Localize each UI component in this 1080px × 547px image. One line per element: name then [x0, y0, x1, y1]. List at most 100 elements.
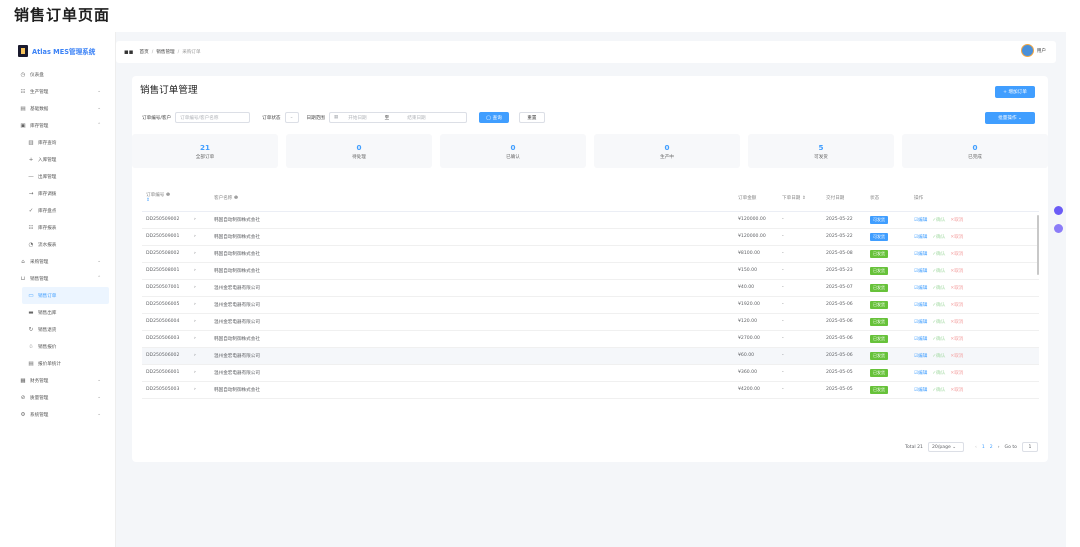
- expand-row-toggle[interactable]: ›: [190, 262, 210, 280]
- sidebar-item[interactable]: ↻ 销售退货: [14, 321, 115, 338]
- sidebar-item[interactable]: ⊘ 质量管理 ⌄: [14, 389, 115, 406]
- edit-button[interactable]: ☑编辑: [914, 388, 927, 393]
- column-header[interactable]: 状态: [866, 185, 910, 212]
- table-row[interactable]: DD250506005 › 温州金宏电器有限公司 ¥1920.00-2025-05-0…: [142, 296, 1039, 314]
- goto-page-input[interactable]: 1: [1022, 442, 1038, 452]
- expand-row-toggle[interactable]: ›: [190, 330, 210, 348]
- table-scrollbar[interactable]: [1037, 215, 1039, 275]
- cancel-order-button[interactable]: ✕取消: [950, 388, 963, 393]
- confirm-button[interactable]: ✓确认: [932, 218, 945, 223]
- confirm-button[interactable]: ✓确认: [932, 320, 945, 325]
- breadcrumb-home[interactable]: 首页: [140, 49, 149, 55]
- stat-card[interactable]: 21 全部订单: [132, 134, 278, 168]
- table-row[interactable]: DD250506002 › 温州金宏电器有限公司 ¥60.00-2025-05-06 已…: [142, 347, 1039, 365]
- confirm-button[interactable]: ✓确认: [932, 286, 945, 291]
- sidebar-item[interactable]: ▤ 基础数据 ⌄: [14, 100, 115, 117]
- breadcrumb-sales[interactable]: 销售管理: [156, 49, 174, 55]
- user-menu[interactable]: 用户: [1020, 44, 1046, 57]
- sort-icon[interactable]: ⇕: [146, 198, 150, 203]
- cancel-order-button[interactable]: ✕取消: [950, 235, 963, 240]
- confirm-button[interactable]: ✓确认: [932, 388, 945, 393]
- batch-actions-button[interactable]: 批量操作 ⌄: [985, 112, 1035, 124]
- cancel-order-button[interactable]: ✕取消: [950, 337, 963, 342]
- order-search-input[interactable]: 订单编号/客户名称: [175, 112, 251, 123]
- confirm-button[interactable]: ✓确认: [932, 252, 945, 257]
- page-1[interactable]: 1: [982, 445, 985, 450]
- cancel-order-button[interactable]: ✕取消: [950, 354, 963, 359]
- confirm-button[interactable]: ✓确认: [932, 303, 945, 308]
- sidebar-item[interactable]: ✓ 库存盘点: [14, 202, 115, 219]
- stat-card[interactable]: 5 可发货: [748, 134, 894, 168]
- sidebar-item[interactable]: ▣ 库存管理 ⌃: [14, 117, 115, 134]
- prev-page-button[interactable]: ‹: [975, 445, 977, 450]
- sidebar-item[interactable]: + 入库管理: [14, 151, 115, 168]
- column-header[interactable]: 订单金额: [734, 185, 778, 212]
- edit-button[interactable]: ☑编辑: [914, 371, 927, 376]
- edit-button[interactable]: ☑编辑: [914, 337, 927, 342]
- expand-row-toggle[interactable]: ›: [190, 296, 210, 314]
- cancel-order-button[interactable]: ✕取消: [950, 269, 963, 274]
- sidebar-item[interactable]: ☷ 生产管理 ⌄: [14, 83, 115, 100]
- edit-button[interactable]: ☑编辑: [914, 354, 927, 359]
- stat-card[interactable]: 0 已完成: [902, 134, 1048, 168]
- sidebar-item[interactable]: ▤ 报价单统计: [14, 355, 115, 372]
- sidebar-item[interactable]: ♧ 销售报价: [14, 338, 115, 355]
- column-header[interactable]: 订单编号 ❶ ⇕: [142, 185, 190, 212]
- expand-row-toggle[interactable]: ›: [190, 347, 210, 365]
- edit-button[interactable]: ☑编辑: [914, 303, 927, 308]
- sidebar-item[interactable]: ◔ 流水报表: [14, 236, 115, 253]
- expand-row-toggle[interactable]: ›: [190, 228, 210, 246]
- table-row[interactable]: DD250508002 › 韩国自动制御株式会社 ¥8100.00-2025-05-0…: [142, 245, 1039, 263]
- sidebar-item[interactable]: ▬ 销售出库: [14, 304, 115, 321]
- confirm-button[interactable]: ✓确认: [932, 371, 945, 376]
- reset-button[interactable]: 重置: [518, 112, 545, 123]
- sidebar-item[interactable]: → 库存调拨: [14, 185, 115, 202]
- logo[interactable]: Atlas MES管理系统: [14, 40, 115, 62]
- expand-row-toggle[interactable]: ›: [190, 211, 210, 229]
- expand-row-toggle[interactable]: ›: [190, 313, 210, 331]
- confirm-button[interactable]: ✓确认: [932, 337, 945, 342]
- edit-button[interactable]: ☑编辑: [914, 218, 927, 223]
- column-header[interactable]: 下单日期 ⇕: [778, 185, 822, 212]
- table-row[interactable]: DD250505003 › 韩国自动制御株式会社 ¥4200.00-2025-05-0…: [142, 381, 1039, 399]
- next-page-button[interactable]: ›: [998, 445, 1000, 450]
- add-order-button[interactable]: + 增加订单: [995, 86, 1035, 98]
- expand-row-toggle[interactable]: ›: [190, 279, 210, 297]
- edit-button[interactable]: ☑编辑: [914, 269, 927, 274]
- sidebar-item[interactable]: ⚙ 系统管理 ⌄: [14, 406, 115, 423]
- stat-card[interactable]: 0 待处理: [286, 134, 432, 168]
- edit-button[interactable]: ☑编辑: [914, 286, 927, 291]
- column-header[interactable]: [190, 185, 210, 212]
- expand-row-toggle[interactable]: ›: [190, 364, 210, 382]
- sidebar-item[interactable]: ☷ 库存报表: [14, 219, 115, 236]
- table-row[interactable]: DD250509002 › 韩国自动制御株式会社 ¥120000.00-2025-05…: [142, 211, 1039, 229]
- cancel-order-button[interactable]: ✕取消: [950, 320, 963, 325]
- expand-row-toggle[interactable]: ›: [190, 245, 210, 263]
- cancel-order-button[interactable]: ✕取消: [950, 371, 963, 376]
- sidebar-item[interactable]: ⊔ 销售管理 ⌃: [14, 270, 115, 287]
- edit-button[interactable]: ☑编辑: [914, 235, 927, 240]
- stat-card[interactable]: 0 生产中: [594, 134, 740, 168]
- sidebar-item[interactable]: — 出库管理: [14, 168, 115, 185]
- expand-row-toggle[interactable]: ›: [190, 381, 210, 399]
- page-2[interactable]: 2: [990, 445, 993, 450]
- table-row[interactable]: DD250508001 › 韩国自动制御株式会社 ¥150.00-2025-05-23…: [142, 262, 1039, 280]
- sidebar-item[interactable]: ◷ 仪表盘: [14, 66, 115, 83]
- stat-card[interactable]: 0 已确认: [440, 134, 586, 168]
- sidebar-item[interactable]: ▦ 财务管理 ⌄: [14, 372, 115, 389]
- assistant-float-icon[interactable]: [1054, 206, 1063, 215]
- table-row[interactable]: DD250509001 › 韩国自动制御株式会社 ¥120000.00-2025-05…: [142, 228, 1039, 246]
- column-header[interactable]: 客户名称 ❶: [210, 185, 734, 212]
- status-select[interactable]: ⌄: [284, 112, 299, 123]
- sidebar-item[interactable]: ▥ 库存查询: [14, 134, 115, 151]
- edit-button[interactable]: ☑编辑: [914, 320, 927, 325]
- table-row[interactable]: DD250506001 › 温州金宏电器有限公司 ¥360.00-2025-05-05…: [142, 364, 1039, 382]
- date-range-picker[interactable]: ▦ 开始日期 至 结束日期: [328, 112, 467, 123]
- cancel-order-button[interactable]: ✕取消: [950, 252, 963, 257]
- cancel-order-button[interactable]: ✕取消: [950, 286, 963, 291]
- sidebar-item[interactable]: ▭ 销售订单: [22, 287, 109, 304]
- column-header[interactable]: 交付日期: [822, 185, 866, 212]
- sidebar-item[interactable]: ⌂ 采购管理 ⌄: [14, 253, 115, 270]
- column-header[interactable]: 操作: [910, 185, 1039, 212]
- cancel-order-button[interactable]: ✕取消: [950, 218, 963, 223]
